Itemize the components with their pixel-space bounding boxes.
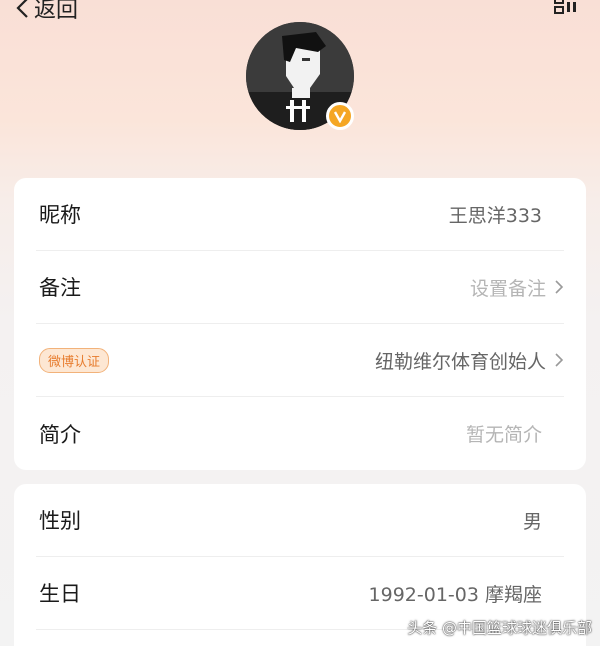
- gender-value: 男: [522, 510, 542, 533]
- chevron-right-icon: [555, 353, 564, 367]
- birthday-label: 生日: [39, 582, 81, 606]
- v-badge-icon: [333, 111, 347, 123]
- bio-label: 简介: [39, 422, 81, 447]
- profile-info-card: 昵称 王思洋333 备注 设置备注 微博认证 纽勒维尔体育创始人 简介 暂无简介: [14, 178, 586, 470]
- nickname-label: 昵称: [39, 203, 81, 227]
- verification-text: 纽勒维尔体育创始人: [374, 350, 546, 373]
- remark-row[interactable]: 备注 设置备注: [36, 251, 564, 324]
- qr-code-icon[interactable]: [554, 0, 580, 16]
- remark-label: 备注: [39, 276, 81, 300]
- chevron-left-icon: [16, 0, 28, 18]
- remark-placeholder: 设置备注: [469, 277, 546, 300]
- gender-label: 性别: [39, 509, 81, 533]
- gender-row[interactable]: 性别 男: [36, 484, 564, 557]
- bio-value: 暂无简介: [465, 424, 542, 446]
- birthday-value: 1992-01-03 摩羯座: [368, 583, 542, 606]
- verified-badge: [326, 102, 354, 130]
- bio-row[interactable]: 简介 暂无简介: [36, 397, 564, 470]
- nickname-value: 王思洋333: [448, 204, 542, 227]
- verification-value: 纽勒维尔体育创始人: [375, 347, 564, 374]
- top-bar: 返回: [0, 0, 600, 24]
- chevron-right-icon: [555, 280, 564, 294]
- weibo-verification-tag: 微博认证: [39, 347, 110, 373]
- weibo-verification-row[interactable]: 微博认证 纽勒维尔体育创始人: [36, 324, 564, 397]
- remark-value: 设置备注: [470, 274, 564, 301]
- nickname-row[interactable]: 昵称 王思洋333: [36, 178, 564, 251]
- back-button[interactable]: 返回: [14, 0, 78, 24]
- back-label: 返回: [34, 0, 79, 23]
- watermark: 头条 @中国篮球球迷俱乐部: [407, 619, 592, 637]
